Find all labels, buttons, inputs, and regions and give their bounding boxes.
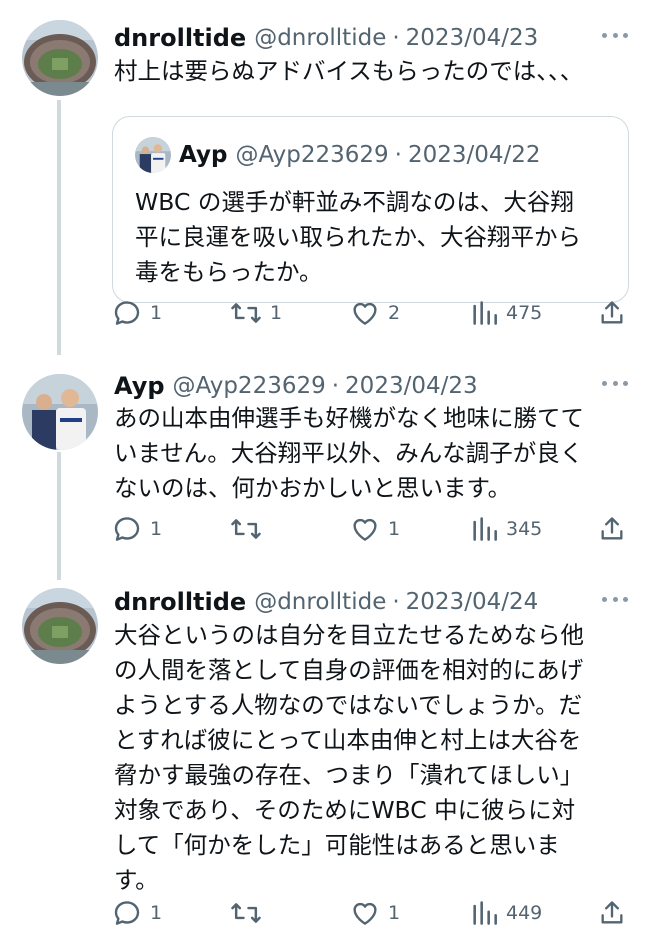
more-icon[interactable] bbox=[600, 588, 630, 610]
like-button[interactable]: 1 bbox=[350, 512, 400, 546]
views-icon bbox=[473, 901, 497, 925]
user-handle[interactable]: @Ayp223629 bbox=[173, 373, 326, 399]
tweet-header: dnrolltide @dnrolltide · 2023/04/23 bbox=[114, 20, 630, 56]
avatar bbox=[135, 137, 171, 173]
share-button[interactable] bbox=[598, 296, 626, 330]
tweet-date[interactable]: 2023/04/23 bbox=[406, 25, 539, 51]
text-line: あの山本由伸選手も好機がなく地味に勝てて bbox=[114, 404, 584, 432]
like-count: 1 bbox=[388, 518, 401, 540]
reply-count: 1 bbox=[150, 902, 163, 924]
share-icon bbox=[601, 517, 623, 540]
text-line: ようとする人物なのではないでしょうか。だ bbox=[114, 691, 583, 719]
share-button[interactable] bbox=[598, 512, 626, 546]
tweet-date: 2023/04/22 bbox=[407, 142, 541, 168]
text-line: WBC の選手が軒並み不調なのは、大谷翔 bbox=[135, 188, 574, 216]
reply-icon bbox=[114, 901, 140, 925]
action-bar: 1 1 2 475 bbox=[112, 296, 632, 330]
thread-line bbox=[57, 452, 61, 580]
tweet-text: あの山本由伸選手も好機がなく地味に勝てて いません。大谷翔平以外、みんな調子が良… bbox=[114, 401, 614, 506]
text-line: いません。大谷翔平以外、みんな調子が良く bbox=[114, 439, 584, 467]
reply-icon bbox=[114, 301, 140, 325]
text-line: 平に良運を吸い取られたか、大谷翔平から bbox=[135, 223, 582, 251]
display-name[interactable]: Ayp bbox=[114, 372, 165, 400]
heart-icon bbox=[353, 902, 377, 925]
thread-line bbox=[57, 100, 61, 355]
text-line: の人間を落として自身の評価を相対的にあげ bbox=[114, 656, 584, 684]
views-button[interactable]: 475 bbox=[470, 296, 542, 330]
tweet-date[interactable]: 2023/04/24 bbox=[406, 589, 539, 615]
tweet-date[interactable]: 2023/04/23 bbox=[345, 373, 478, 399]
display-name: Ayp bbox=[179, 142, 228, 168]
more-icon[interactable] bbox=[600, 24, 630, 46]
views-icon bbox=[473, 517, 497, 541]
quoted-tweet-header: Ayp @Ayp223629 · 2023/04/22 bbox=[179, 139, 541, 171]
text-line: 村上は要らぬアドバイスもらったのでは、、、 bbox=[114, 57, 584, 85]
share-icon bbox=[601, 301, 623, 324]
quoted-tweet[interactable]: Ayp @Ayp223629 · 2023/04/22 WBC の選手が軒並み不… bbox=[112, 116, 629, 303]
retweet-icon bbox=[231, 903, 261, 923]
separator: · bbox=[392, 589, 400, 615]
retweet-count: 1 bbox=[270, 302, 283, 324]
avatar[interactable] bbox=[22, 20, 98, 96]
retweet-button[interactable] bbox=[230, 512, 270, 546]
text-line: 毒をもらったか。 bbox=[135, 258, 323, 286]
tweet-text: 大谷というのは自分を目立たせるためなら他 の人間を落として自身の評価を相対的にあ… bbox=[114, 618, 614, 898]
separator: · bbox=[331, 373, 340, 399]
like-button[interactable]: 2 bbox=[350, 296, 400, 330]
views-button[interactable]: 449 bbox=[470, 896, 542, 930]
text-line: す。 bbox=[114, 866, 159, 894]
retweet-icon bbox=[231, 303, 261, 323]
text-line: 脅かす最強の存在、つまり「潰れてほしい」 bbox=[114, 761, 584, 789]
reply-button[interactable]: 1 bbox=[112, 512, 162, 546]
separator: · bbox=[392, 25, 400, 51]
retweet-button[interactable]: 1 bbox=[230, 296, 282, 330]
share-button[interactable] bbox=[598, 896, 626, 930]
views-count: 345 bbox=[506, 518, 543, 540]
quoted-tweet-text: WBC の選手が軒並み不調なのは、大谷翔 平に良運を吸い取られたか、大谷翔平から… bbox=[135, 185, 581, 290]
views-count: 475 bbox=[506, 302, 543, 324]
views-button[interactable]: 345 bbox=[470, 512, 542, 546]
user-handle: @Ayp223629 bbox=[235, 142, 389, 168]
reply-button[interactable]: 1 bbox=[112, 896, 162, 930]
tweet-header: Ayp @Ayp223629 · 2023/04/23 bbox=[114, 368, 630, 404]
views-icon bbox=[473, 301, 497, 325]
action-bar: 1 1 449 bbox=[112, 896, 632, 930]
action-bar: 1 1 345 bbox=[112, 512, 632, 546]
tweet-header: dnrolltide @dnrolltide · 2023/04/24 bbox=[114, 584, 630, 620]
retweet-button[interactable] bbox=[230, 896, 270, 930]
text-line: 大谷というのは自分を目立たせるためなら他 bbox=[114, 621, 584, 649]
text-line: ないのは、何かおかしいと思います。 bbox=[114, 474, 512, 502]
avatar[interactable] bbox=[22, 588, 98, 664]
views-count: 449 bbox=[506, 902, 543, 924]
more-icon[interactable] bbox=[600, 372, 630, 394]
heart-icon bbox=[353, 518, 377, 541]
share-icon bbox=[601, 901, 623, 924]
retweet-icon bbox=[231, 519, 261, 539]
text-line: とすれば彼にとって山本由伸と村上は大谷を bbox=[114, 726, 582, 754]
like-count: 1 bbox=[388, 902, 401, 924]
separator: · bbox=[394, 142, 402, 168]
reply-count: 1 bbox=[150, 518, 163, 540]
avatar[interactable] bbox=[22, 374, 98, 450]
tweet-text: 村上は要らぬアドバイスもらったのでは、、、 bbox=[114, 54, 614, 89]
display-name[interactable]: dnrolltide bbox=[114, 24, 246, 52]
like-count: 2 bbox=[388, 302, 401, 324]
reply-count: 1 bbox=[150, 302, 163, 324]
like-button[interactable]: 1 bbox=[350, 896, 400, 930]
display-name[interactable]: dnrolltide bbox=[114, 588, 246, 616]
heart-icon bbox=[353, 302, 377, 325]
reply-button[interactable]: 1 bbox=[112, 296, 162, 330]
user-handle[interactable]: @dnrolltide bbox=[254, 589, 386, 615]
text-line: して「何かをした」可能性はあると思いま bbox=[114, 831, 560, 859]
user-handle[interactable]: @dnrolltide bbox=[254, 25, 386, 51]
reply-icon bbox=[114, 517, 140, 541]
text-line: 対象であり、そのためにWBC 中に彼らに対 bbox=[114, 796, 576, 824]
